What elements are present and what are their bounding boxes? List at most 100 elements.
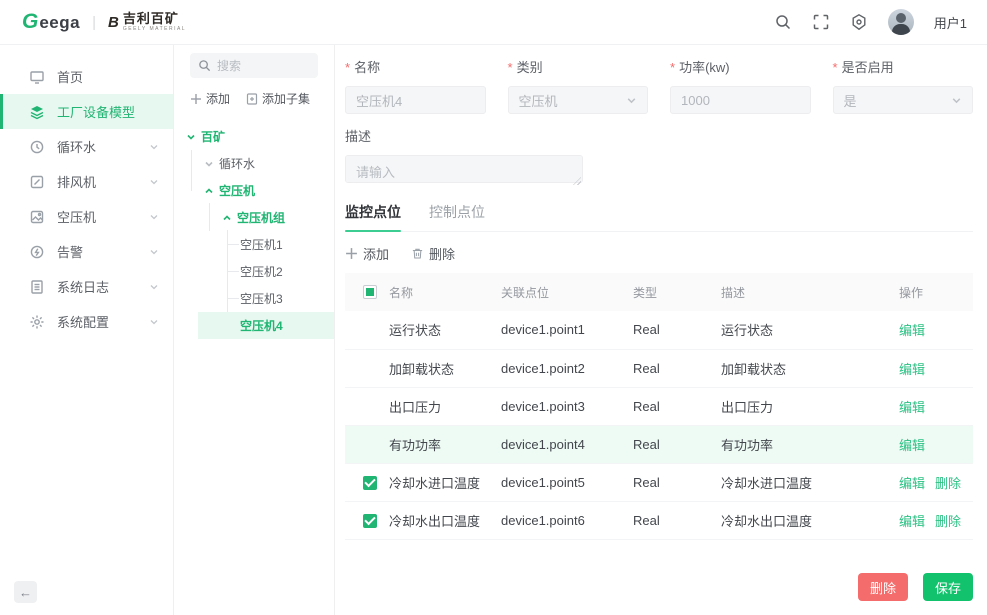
cell-point: device1.point2: [499, 349, 631, 387]
name-field[interactable]: [356, 93, 475, 108]
tree-search-input[interactable]: [217, 59, 310, 73]
sidebar-item-system-log[interactable]: 系统日志: [0, 269, 173, 304]
user-name[interactable]: 用户1: [934, 13, 967, 32]
plus-icon: [345, 247, 358, 260]
sidebar-nav: 首页 工厂设备模型 循环水 排风机: [0, 45, 174, 615]
cell-type: Real: [631, 425, 719, 463]
delete-button[interactable]: 删除: [858, 573, 908, 601]
chevron-down-icon[interactable]: [186, 132, 196, 142]
sidebar-item-air-compressor[interactable]: 空压机: [0, 199, 173, 234]
form-field-name: *名称: [345, 57, 486, 114]
cell-point: device1.point5: [499, 463, 631, 501]
sidebar-item-label: 系统配置: [57, 312, 109, 331]
points-table: 名称 关联点位 类型 描述 操作 运行状态 device1.point1 Rea…: [345, 273, 973, 540]
sidebar-collapse-button[interactable]: ←: [14, 581, 37, 603]
tree-add-button[interactable]: 添加: [190, 90, 230, 107]
tree-node-compressor-3[interactable]: 空压机3: [174, 285, 334, 312]
delete-link[interactable]: 删除: [935, 476, 961, 491]
tree-node-air-compressor-group[interactable]: 空压机组: [174, 204, 334, 231]
column-header: 操作: [897, 273, 973, 311]
user-avatar[interactable]: [888, 9, 914, 35]
tree-node-compressor-4[interactable]: 空压机4: [198, 312, 334, 339]
tree-search-box[interactable]: [190, 53, 318, 78]
cell-point: device1.point1: [499, 311, 631, 349]
sidebar-item-system-config[interactable]: 系统配置: [0, 304, 173, 339]
cell-desc: 出口压力: [719, 387, 897, 425]
chevron-up-icon[interactable]: [204, 186, 214, 196]
select-all-checkbox[interactable]: [363, 285, 377, 299]
table-header-row: 名称 关联点位 类型 描述 操作: [345, 273, 973, 311]
sidebar-item-label: 工厂设备模型: [57, 102, 135, 121]
table-row: 冷却水出口温度 device1.point6 Real 冷却水出口温度 编辑删除: [345, 501, 973, 539]
brand-subtitle: GEELY MATERIAL: [123, 27, 186, 32]
app-header: Geega | B 吉利百矿 GEELY MATERIAL 用户1: [0, 0, 987, 45]
edit-link[interactable]: 编辑: [899, 476, 925, 491]
form-field-category: *类别 空压机: [508, 57, 649, 114]
power-field[interactable]: [681, 93, 800, 108]
brand-name: 吉利百矿: [123, 12, 186, 25]
delete-link[interactable]: 删除: [935, 514, 961, 529]
tree-node-air-compressor[interactable]: 空压机: [174, 177, 334, 204]
logo-divider: |: [92, 14, 96, 31]
tree-node-compressor-2[interactable]: 空压机2: [174, 258, 334, 285]
cell-type: Real: [631, 311, 719, 349]
air-compressor-icon: [29, 209, 45, 225]
geega-logo: Geega: [22, 10, 80, 34]
category-select[interactable]: 空压机: [508, 86, 649, 114]
tab-control-points[interactable]: 控制点位: [429, 202, 485, 231]
edit-link[interactable]: 编辑: [899, 362, 925, 377]
sidebar-item-home[interactable]: 首页: [0, 59, 173, 94]
exhaust-fan-icon: [29, 174, 45, 190]
chevron-down-icon[interactable]: [204, 159, 214, 169]
tree-node-baikuang[interactable]: 百矿: [174, 123, 334, 150]
device-tree-panel: 添加 添加子集 百矿 循环水 空压机: [174, 45, 335, 615]
table-row: 加卸载状态 device1.point2 Real 加卸载状态 编辑: [345, 349, 973, 387]
fullscreen-icon[interactable]: [812, 13, 830, 31]
enabled-select[interactable]: 是: [833, 86, 974, 114]
device-form: *名称 *类别 空压机 *功率(kw) *是否启用 是: [345, 57, 973, 114]
sidebar-item-label: 告警: [57, 242, 83, 261]
table-add-button[interactable]: 添加: [345, 244, 389, 263]
required-mark: *: [833, 60, 838, 75]
column-header: 名称: [387, 273, 499, 311]
column-header: 关联点位: [499, 273, 631, 311]
table-row: 出口压力 device1.point3 Real 出口压力 编辑: [345, 387, 973, 425]
chevron-down-icon: [951, 95, 962, 106]
sidebar-item-factory-model[interactable]: 工厂设备模型: [0, 94, 173, 129]
description-field[interactable]: [345, 155, 583, 183]
save-button[interactable]: 保存: [923, 573, 973, 601]
form-field-power: *功率(kw): [670, 57, 811, 114]
table-delete-button[interactable]: 删除: [411, 244, 455, 263]
settings-icon[interactable]: [850, 13, 868, 31]
tree-node-circulating-water[interactable]: 循环水: [174, 150, 334, 177]
cell-desc: 冷却水进口温度: [719, 463, 897, 501]
row-checkbox[interactable]: [363, 476, 377, 490]
tree-add-subset-button[interactable]: 添加子集: [246, 90, 310, 107]
sidebar-item-exhaust-fan[interactable]: 排风机: [0, 164, 173, 199]
geega-logo-g: G: [22, 10, 38, 34]
edit-link[interactable]: 编辑: [899, 514, 925, 529]
edit-link[interactable]: 编辑: [899, 323, 925, 338]
sidebar-item-circulating-water[interactable]: 循环水: [0, 129, 173, 164]
sidebar-item-alarm[interactable]: 告警: [0, 234, 173, 269]
cell-point: device1.point4: [499, 425, 631, 463]
alarm-icon: [29, 244, 45, 260]
chevron-up-icon[interactable]: [222, 213, 232, 223]
cell-type: Real: [631, 387, 719, 425]
edit-link[interactable]: 编辑: [899, 400, 925, 415]
cell-name: 加卸载状态: [387, 349, 499, 387]
chevron-down-icon: [626, 95, 637, 106]
cell-name: 冷却水出口温度: [387, 501, 499, 539]
points-tabs: 监控点位 控制点位: [345, 202, 973, 232]
required-mark: *: [508, 60, 513, 75]
tab-monitor-points[interactable]: 监控点位: [345, 202, 401, 231]
search-icon[interactable]: [774, 13, 792, 31]
plus-icon: [190, 93, 202, 105]
required-mark: *: [345, 60, 350, 75]
chevron-down-icon: [149, 317, 159, 327]
tree-node-compressor-1[interactable]: 空压机1: [174, 231, 334, 258]
row-checkbox[interactable]: [363, 514, 377, 528]
edit-link[interactable]: 编辑: [899, 438, 925, 453]
cell-desc: 运行状态: [719, 311, 897, 349]
field-label: 功率(kw): [679, 60, 730, 75]
